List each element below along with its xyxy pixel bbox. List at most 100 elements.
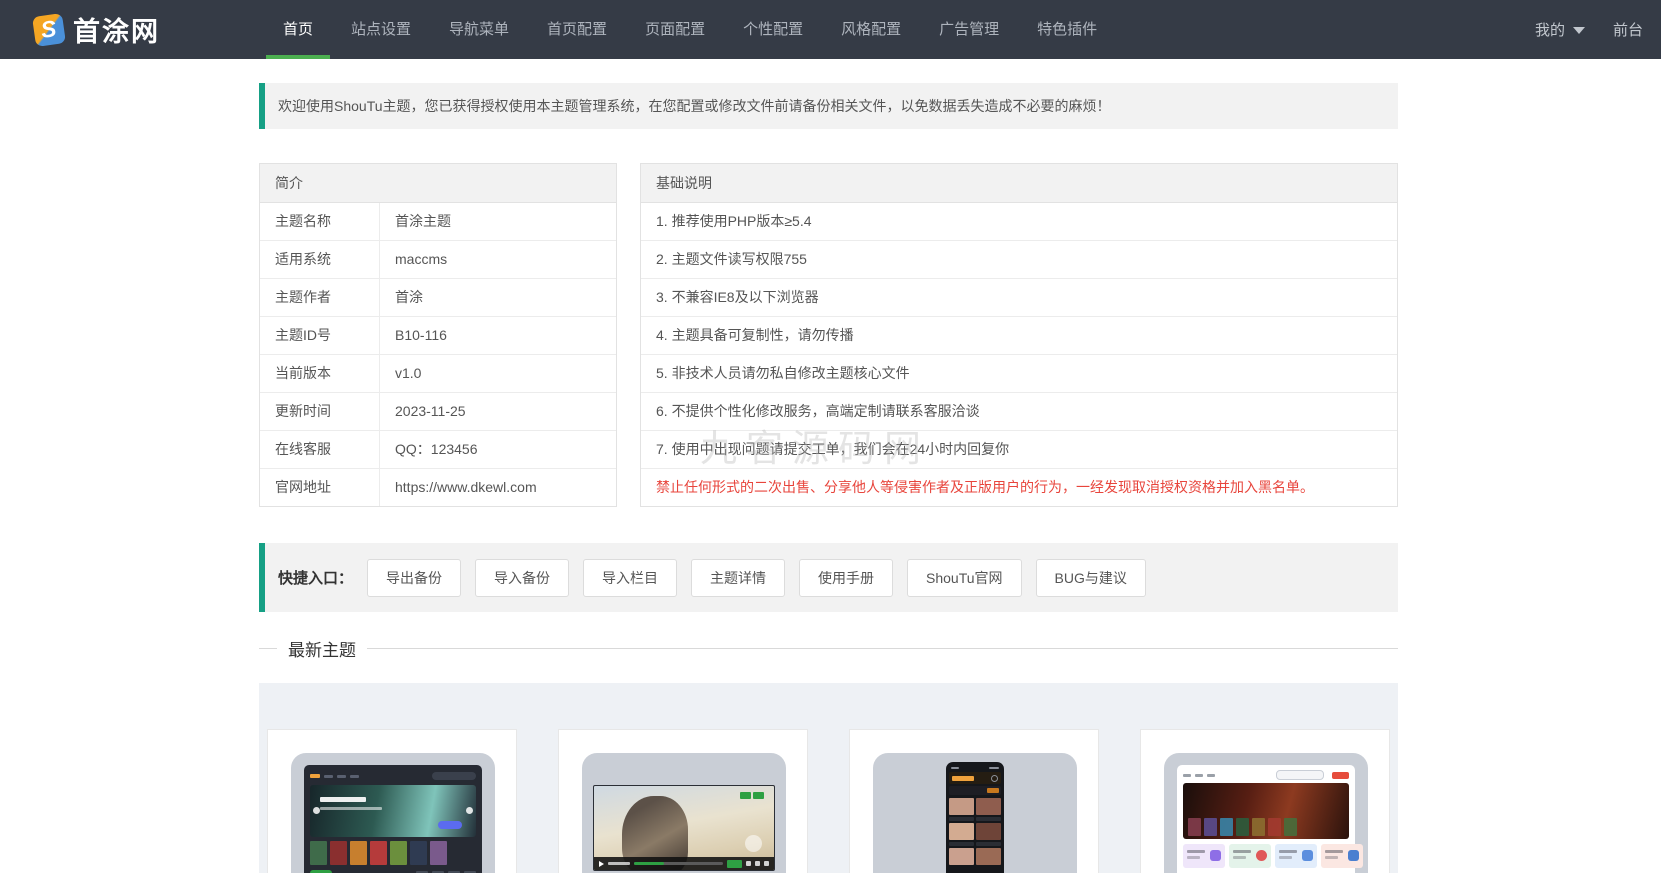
my-menu[interactable]: 我的 (1535, 19, 1565, 40)
mock-menu (1195, 774, 1203, 777)
category-card (1275, 844, 1317, 868)
chevron-down-icon[interactable] (1573, 27, 1585, 34)
latest-themes-title-text: 最新主题 (288, 636, 356, 661)
export-backup-button[interactable]: 导出备份 (367, 559, 461, 597)
import-category-button[interactable]: 导入栏目 (583, 559, 677, 597)
logo-icon: S (32, 13, 66, 47)
theme-preview-desktop-dark (304, 765, 482, 873)
category-card (1183, 844, 1225, 868)
theme-detail-button[interactable]: 主题详情 (691, 559, 785, 597)
nav-item-ad-management[interactable]: 广告管理 (922, 0, 1016, 59)
table-row: 3. 不兼容IE8及以下浏览器 (641, 279, 1397, 317)
instructions-table: 基础说明 1. 推荐使用PHP版本≥5.4 2. 主题文件读写权限755 3. … (640, 163, 1398, 507)
photo-tile (949, 823, 974, 840)
poster-tile (1220, 818, 1233, 836)
instruction-text: 6. 不提供个性化修改服务，高端定制请联系客服洽谈 (641, 393, 1397, 430)
mock-hero-title (320, 797, 366, 802)
nav-item-style-config[interactable]: 风格配置 (824, 0, 918, 59)
import-backup-button[interactable]: 导入备份 (475, 559, 569, 597)
table-row: 主题ID号 B10-116 (260, 317, 616, 355)
mock-menu (337, 775, 346, 778)
title-divider-left (259, 648, 277, 649)
nav-item-homepage-config[interactable]: 首页配置 (530, 0, 624, 59)
theme-thumbnail[interactable] (291, 753, 495, 873)
mock-hero-button (438, 821, 462, 829)
poster-tile (390, 841, 407, 865)
table-row: 适用系统 maccms (260, 241, 616, 279)
card-text (1187, 850, 1205, 853)
instruction-text: 7. 使用中出现问题请提交工单，我们会在24小时内回复你 (641, 431, 1397, 468)
nav-item-site-settings[interactable]: 站点设置 (334, 0, 428, 59)
mock-menu (324, 775, 333, 778)
mock-subnav-pill (310, 870, 332, 873)
shoutu-official-button[interactable]: ShouTu官网 (907, 559, 1022, 597)
card-icon (1210, 850, 1221, 861)
instruction-text: 4. 主题具备可复制性，请勿传播 (641, 317, 1397, 354)
table-row: 4. 主题具备可复制性，请勿传播 (641, 317, 1397, 355)
category-card (1229, 844, 1271, 868)
frontend-link[interactable]: 前台 (1613, 19, 1643, 40)
mock-hero-subtitle (320, 807, 382, 810)
mock-menu (1183, 774, 1191, 777)
logo-text: 首涂网 (73, 10, 160, 49)
photo-caption (949, 817, 974, 821)
poster-tile (330, 841, 347, 865)
poster-tile (1236, 818, 1249, 836)
page: S 首涂网 首页 站点设置 导航菜单 首页配置 页面配置 个性配置 风格配置 广… (0, 0, 1661, 873)
top-navbar: S 首涂网 首页 站点设置 导航菜单 首页配置 页面配置 个性配置 风格配置 广… (0, 0, 1661, 59)
theme-card[interactable] (1140, 729, 1390, 873)
row-value: 2023-11-25 (380, 393, 616, 430)
logo-icon-letter: S (39, 15, 58, 44)
mock-subnav (310, 869, 476, 873)
photo-caption (976, 842, 1001, 846)
welcome-alert-text: 欢迎使用ShouTu主题，您已获得授权使用本主题管理系统，在您配置或修改文件前请… (265, 96, 1111, 116)
mock-app-header (949, 772, 1001, 784)
play-button-icon (745, 835, 762, 852)
nav-item-personal-config[interactable]: 个性配置 (726, 0, 820, 59)
poster-tile (1268, 818, 1281, 836)
poster-tile (1284, 818, 1297, 836)
theme-preview-desktop-light (1177, 765, 1355, 873)
nav-item-nav-menu[interactable]: 导航菜单 (432, 0, 526, 59)
nav-item-page-config[interactable]: 页面配置 (628, 0, 722, 59)
play-icon (599, 861, 604, 867)
mock-poster-strip (310, 841, 476, 865)
theme-thumbnail[interactable] (873, 753, 1077, 873)
table-row: 7. 使用中出现问题请提交工单，我们会在24小时内回复你 (641, 431, 1397, 469)
instruction-text: 2. 主题文件读写权限755 (641, 241, 1397, 278)
row-label: 当前版本 (260, 355, 380, 392)
poster-tile (350, 841, 367, 865)
user-manual-button[interactable]: 使用手册 (799, 559, 893, 597)
instructions-table-header: 基础说明 (641, 164, 1397, 203)
mock-menu (350, 775, 359, 778)
logo-block (740, 792, 751, 799)
mock-search-pill (432, 772, 476, 780)
theme-card[interactable] (558, 729, 808, 873)
row-label: 主题ID号 (260, 317, 380, 354)
latest-themes-section-title: 最新主题 (259, 636, 1398, 660)
nav-item-featured-plugins[interactable]: 特色插件 (1020, 0, 1114, 59)
theme-thumbnail[interactable] (582, 753, 786, 873)
instruction-text: 1. 推荐使用PHP版本≥5.4 (641, 203, 1397, 240)
theme-card[interactable] (849, 729, 1099, 873)
mock-photo-grid (949, 798, 1001, 865)
piracy-warning-text: 禁止任何形式的二次出售、分享他人等侵害作者及正版用户的行为，一经发现取消授权资格… (641, 469, 1397, 506)
photo-tile (976, 848, 1001, 865)
table-row: 更新时间 2023-11-25 (260, 393, 616, 431)
title-divider-right (367, 648, 1398, 649)
theme-thumbnail[interactable] (1164, 753, 1368, 873)
site-logo[interactable]: S 首涂网 (34, 10, 160, 49)
official-site-url[interactable]: https://www.dkewl.com (380, 469, 616, 506)
theme-card[interactable] (267, 729, 517, 873)
mock-hero-poster-strip (1188, 818, 1297, 836)
mock-browser-topbar (1183, 770, 1349, 780)
row-label: 主题名称 (260, 203, 380, 240)
latest-themes-panel (259, 683, 1398, 873)
bug-suggestion-button[interactable]: BUG与建议 (1036, 559, 1146, 597)
card-text (1233, 850, 1251, 853)
card-icon (1302, 850, 1313, 861)
poster-tile (410, 841, 427, 865)
nav-item-home[interactable]: 首页 (266, 0, 330, 59)
card-text (1279, 850, 1297, 853)
table-row: 5. 非技术人员请勿私自修改主题核心文件 (641, 355, 1397, 393)
